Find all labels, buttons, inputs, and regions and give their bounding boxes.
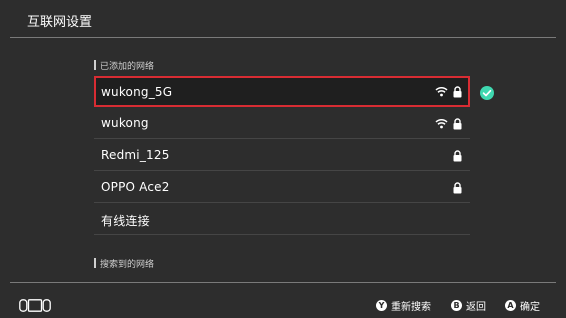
section-label-added: 已添加的网络	[93, 59, 154, 72]
network-name: OPPO Ace2	[101, 180, 170, 194]
page-title: 互联网设置	[27, 15, 93, 30]
a-button-icon: A	[505, 299, 516, 311]
network-row-wired[interactable]: 有线连接	[94, 204, 470, 235]
network-name: Redmi_125	[101, 148, 170, 162]
hint-research[interactable]: Y 重新搜索	[376, 298, 431, 313]
hint-confirm[interactable]: A 确定	[505, 298, 540, 313]
console-icon	[19, 297, 51, 316]
lock-icon	[453, 149, 462, 162]
network-name: 有线连接	[101, 214, 150, 228]
hint-label: 确定	[520, 301, 540, 313]
network-name: wukong_5G	[101, 85, 173, 99]
lock-icon	[453, 117, 462, 130]
network-row-wukong[interactable]: wukong	[94, 108, 470, 139]
section-label-found: 搜索到的网络	[93, 257, 154, 270]
b-button-icon: B	[451, 299, 462, 311]
hint-label: 返回	[466, 301, 486, 313]
network-list: 已添加的网络 wukong_5G wukong Redmi_125 OPPO A…	[0, 38, 566, 282]
wifi-icon	[435, 118, 448, 129]
wifi-icon	[435, 86, 448, 97]
hint-back[interactable]: B 返回	[451, 298, 486, 313]
y-button-icon: Y	[376, 299, 387, 311]
network-row-oppo-ace2[interactable]: OPPO Ace2	[94, 172, 470, 203]
network-row-wufan[interactable]: wufan	[94, 275, 470, 282]
connected-check-icon	[480, 85, 494, 100]
network-row-wukong-5g[interactable]: wukong_5G	[94, 76, 470, 107]
hint-label: 重新搜索	[391, 301, 431, 313]
lock-icon	[453, 181, 462, 194]
lock-icon	[453, 85, 462, 98]
header: 互联网设置	[0, 0, 566, 37]
network-row-redmi-125[interactable]: Redmi_125	[94, 140, 470, 171]
footer: Y 重新搜索 B 返回 A 确定	[0, 283, 566, 318]
network-name: wukong	[101, 116, 149, 130]
